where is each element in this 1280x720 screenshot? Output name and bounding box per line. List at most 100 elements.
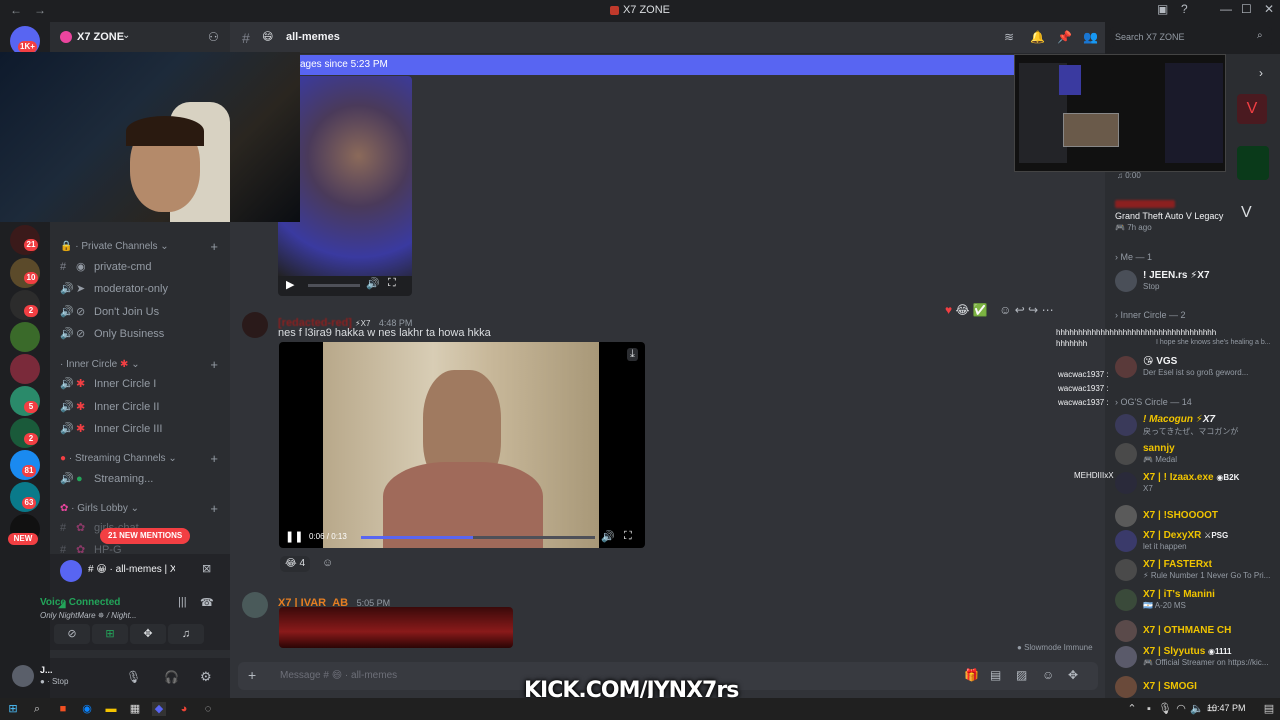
windows-taskbar: ⊞ ⌕ ■ ◉ ▬ ▦ ◆ ◕ ◌ ⌃ ▪ 🎙 ◠ 🔈 ▭ 10:47 PM ▤	[0, 698, 1280, 720]
volume-icon[interactable]: 🔊	[601, 530, 615, 543]
volume-icon[interactable]: 🔊	[366, 277, 380, 290]
fullscreen-icon[interactable]: ⛶	[624, 530, 632, 543]
activities-button[interactable]: ✥	[130, 624, 166, 644]
tray-chevron-icon[interactable]: ⌃	[1125, 702, 1139, 716]
fullscreen-icon[interactable]: ⛶	[388, 277, 396, 290]
chrome-icon[interactable]: ◕	[177, 702, 191, 716]
noise-suppression-icon[interactable]: |||	[178, 596, 187, 608]
maximize-icon[interactable]: ☐	[1241, 2, 1252, 16]
category-girls-lobby[interactable]: ✿ · Girls Lobby ⌄	[60, 503, 139, 514]
help-icon[interactable]: ?	[1181, 2, 1188, 16]
channel-dont-join-us[interactable]: 🔊 ⊘ Don't Join Us	[60, 305, 159, 318]
image-attachment[interactable]	[279, 607, 513, 648]
category-streaming[interactable]: ● · Streaming Channels ⌄	[60, 453, 177, 464]
volume-icon[interactable]: 🔈	[1190, 702, 1204, 716]
file-explorer-icon[interactable]: ▬	[104, 702, 118, 716]
laugh-reaction-icon[interactable]: 😂	[955, 303, 969, 317]
member-status: Stop	[1143, 282, 1160, 291]
reaction-pill[interactable]: 😂 4	[280, 556, 311, 572]
add-channel-icon[interactable]: +	[210, 239, 218, 254]
add-channel-icon[interactable]: +	[210, 501, 218, 516]
channel-only-business[interactable]: 🔊 ⊘ Only Business	[60, 327, 164, 340]
wifi-icon[interactable]: ◠	[1174, 702, 1188, 716]
video-progress[interactable]	[308, 284, 360, 287]
pause-icon[interactable]: ❚❚	[285, 530, 303, 543]
tray-icon[interactable]: ▪	[1142, 702, 1156, 716]
channel-private-cmd[interactable]: # ◉ private-cmd	[60, 260, 151, 273]
new-messages-bar[interactable]: ages since 5:23 PM	[300, 55, 1105, 75]
video-embed-2[interactable]: ⤓ ❚❚ 0:06 / 0:13 🔊 ⛶	[279, 342, 645, 548]
close-preview-icon[interactable]: ⊠	[202, 562, 211, 575]
add-channel-icon[interactable]: +	[210, 451, 218, 466]
settings-gear-icon[interactable]: ⚙	[200, 669, 212, 685]
headphones-icon[interactable]: 🎧	[164, 670, 179, 684]
microphone-icon[interactable]: 🎙	[126, 670, 141, 684]
forward-icon[interactable]: ↪	[1028, 303, 1038, 317]
channel-inner-circle-3[interactable]: 🔊 ✱ Inner Circle III	[60, 422, 162, 435]
member-list-icon[interactable]: 👥	[1083, 30, 1098, 44]
hash-icon: #	[242, 30, 250, 46]
hash-icon: #	[60, 261, 67, 273]
reply-icon[interactable]: ↩	[1015, 303, 1025, 317]
member-avatar	[1115, 270, 1137, 292]
camera-off-button[interactable]: ⊘	[54, 624, 90, 644]
group-inner-circle[interactable]: › Inner Circle — 2	[1115, 310, 1186, 320]
category-inner-circle[interactable]: · Inner Circle ✱ ⌄	[60, 359, 140, 370]
clock[interactable]: 10:47 PM	[1207, 703, 1246, 713]
heart-reaction-icon[interactable]: ♥	[945, 303, 952, 317]
check-reaction-icon[interactable]: ✅	[973, 303, 988, 317]
add-channel-icon[interactable]: +	[210, 357, 218, 372]
screen-share-button[interactable]: ⊞	[92, 624, 128, 644]
channel-inner-circle-1[interactable]: 🔊 ✱ Inner Circle I	[60, 377, 156, 390]
close-icon[interactable]: ✕	[1264, 2, 1274, 16]
category-private[interactable]: 🔒 · Private Channels ⌄	[60, 241, 169, 252]
chevron-right-icon[interactable]: ›	[1259, 66, 1263, 80]
server-icon[interactable]	[10, 354, 40, 384]
soundboard-button[interactable]: ♫	[168, 624, 204, 644]
channel-inner-circle-2[interactable]: 🔊 ✱ Inner Circle II	[60, 400, 159, 413]
voice-channel-preview[interactable]: # 😀 · all-memes | X7 ZONE - ...	[40, 564, 175, 575]
apps-icon[interactable]: ✥	[1068, 668, 1078, 682]
threads-icon[interactable]: ≋	[1004, 30, 1014, 44]
download-icon[interactable]: ⤓	[627, 348, 638, 361]
search-box[interactable]: Search X7 ZONE ⌕	[1110, 27, 1272, 47]
user-avatar[interactable]	[12, 665, 34, 687]
add-member-icon[interactable]: ⚇	[208, 30, 219, 44]
stream-chat-overlay: hhhhhhhhhhhhhhhhhhhhhhhhhhhhhhhhhhhh hhh…	[1056, 328, 1271, 480]
inbox-icon[interactable]: ▣	[1157, 2, 1168, 16]
server-header[interactable]: X7 ZONE ⌄ ⚇	[50, 22, 230, 54]
game-title: Grand Theft Auto V Legacy	[1115, 211, 1224, 221]
message-avatar[interactable]	[242, 592, 268, 618]
emoji-icon[interactable]: ☺	[1042, 668, 1054, 682]
app-icon[interactable]: ■	[56, 702, 70, 716]
app-icon[interactable]: ◌	[201, 702, 215, 716]
add-reaction-icon[interactable]: ☺	[999, 303, 1011, 317]
search-input[interactable]: Search X7 ZONE	[1115, 32, 1185, 42]
discord-taskbar-icon[interactable]: ◆	[152, 702, 166, 716]
minimize-icon[interactable]: —	[1220, 2, 1232, 16]
new-mentions-pill[interactable]: 21 NEW MENTIONS	[100, 528, 191, 544]
message-text: nes f l3ira9 hakka w nes lakhr ta howa h…	[278, 327, 491, 339]
windows-start-icon[interactable]: ⊞	[6, 702, 20, 716]
message-avatar[interactable]	[242, 312, 268, 338]
search-icon[interactable]: ⌕	[30, 702, 44, 716]
play-icon[interactable]: ▶	[286, 278, 294, 291]
channel-streaming[interactable]: 🔊 ● Streaming...	[60, 472, 153, 485]
server-icon[interactable]	[10, 322, 40, 352]
video-progress[interactable]	[361, 536, 595, 539]
channel-moderator-only[interactable]: 🔊 ➤ moderator-only	[60, 282, 168, 295]
gif-icon[interactable]: ▤	[990, 668, 1001, 682]
sticker-icon[interactable]: ▨	[1016, 668, 1027, 682]
attach-plus-icon[interactable]: +	[248, 667, 256, 683]
store-icon[interactable]: ▦	[128, 702, 142, 716]
disconnect-icon[interactable]: ☎	[200, 596, 214, 609]
bell-icon[interactable]: 🔔	[1030, 30, 1045, 44]
group-me[interactable]: › Me — 1	[1115, 252, 1152, 262]
tray-mic-icon[interactable]: 🎙	[1158, 702, 1172, 716]
edge-icon[interactable]: ◉	[80, 702, 94, 716]
gift-icon[interactable]: 🎁	[964, 668, 979, 682]
pin-icon[interactable]: 📌	[1057, 30, 1072, 44]
more-icon[interactable]: ⋯	[1042, 303, 1054, 317]
notifications-icon[interactable]: ▤	[1262, 702, 1276, 716]
add-reaction-icon[interactable]: ☺	[322, 557, 333, 569]
